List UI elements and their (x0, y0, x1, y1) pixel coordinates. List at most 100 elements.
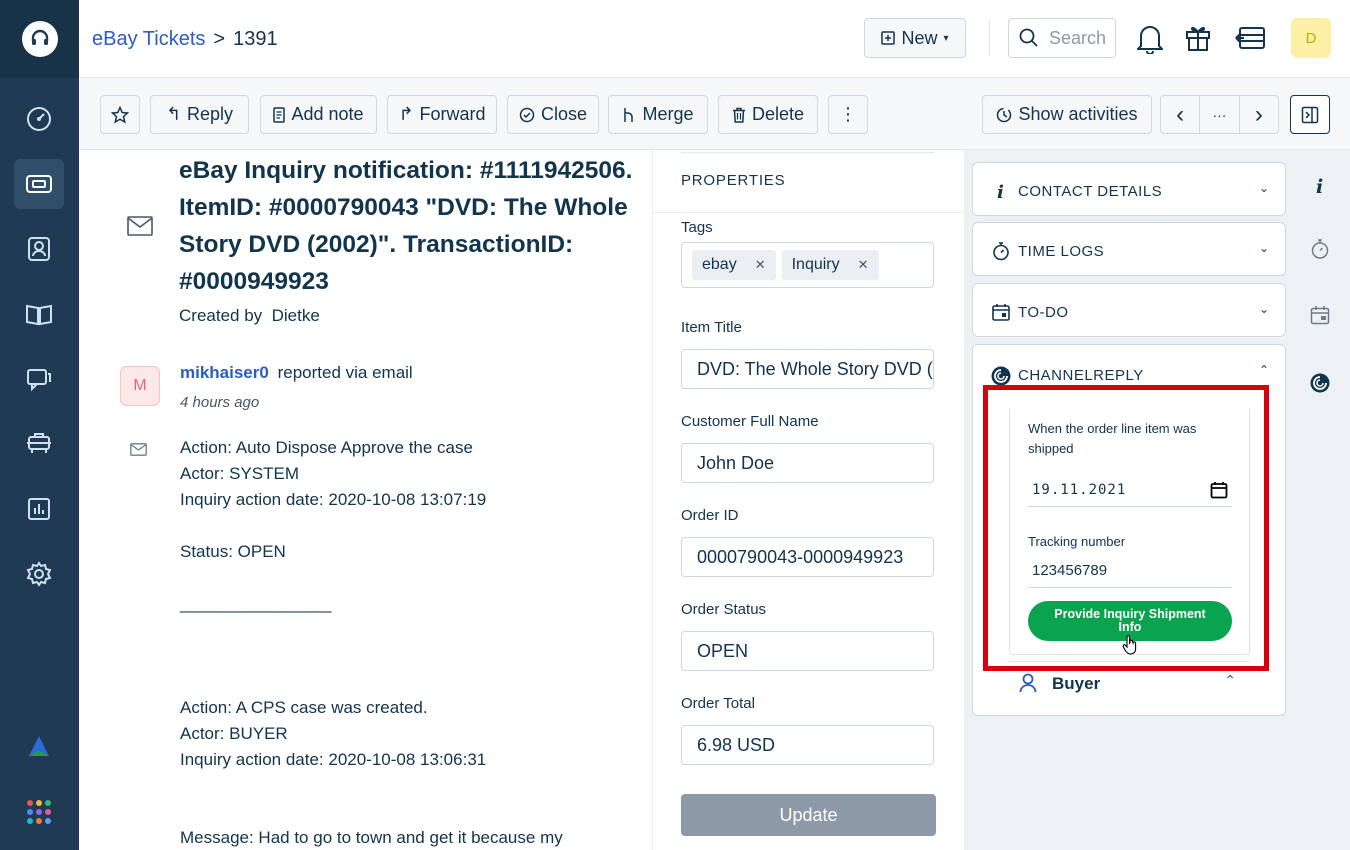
calendar-side-icon[interactable] (1309, 304, 1331, 326)
highlight-box (983, 385, 1269, 671)
properties-header-divider (653, 212, 964, 213)
workspace-switch-icon[interactable] (1234, 24, 1268, 52)
headset-icon (31, 29, 48, 45)
breadcrumb-current: 1391 (233, 28, 278, 50)
todo-section[interactable]: TO-DO ⌄ (972, 283, 1286, 337)
ticket-conversation: eBay Inquiry notification: #1111942506. … (79, 150, 652, 850)
new-label: New (901, 27, 938, 48)
next-ticket-button[interactable]: › (1240, 96, 1278, 133)
conversations-icon[interactable] (14, 354, 64, 404)
order-status-label: Order Status (681, 601, 767, 618)
time-logs-section[interactable]: TIME LOGS ⌄ (972, 222, 1286, 276)
right-sidebar: i CONTACT DETAILS ⌄ TIME LOGS ⌄ TO-DO ⌄ … (964, 150, 1350, 850)
knowledge-base-icon[interactable] (14, 289, 64, 339)
notification-bell-icon[interactable] (1137, 22, 1163, 54)
assets-icon[interactable] (14, 419, 64, 469)
channelreply-logo-icon (991, 366, 1011, 386)
message-line (180, 799, 640, 825)
more-options-button[interactable]: ⋮ (828, 95, 868, 134)
app-switcher-icon[interactable] (14, 787, 64, 837)
reply-button[interactable]: ↰ Reply (150, 95, 249, 134)
order-status-input[interactable]: OPEN (681, 631, 934, 671)
message-line (180, 773, 640, 799)
merge-button[interactable]: Merge (608, 95, 708, 134)
user-avatar[interactable]: D (1291, 18, 1331, 58)
add-note-label: Add note (291, 104, 364, 124)
item-title-input[interactable]: DVD: The Whole Story DVD (2002) (681, 349, 934, 389)
tag-remove-icon[interactable]: ✕ (755, 257, 766, 273)
customer-name-label: Customer Full Name (681, 413, 819, 430)
tags-field[interactable]: ebay ✕ Inquiry ✕ (681, 242, 934, 288)
new-button[interactable]: New ▾ (864, 18, 966, 58)
dashboard-icon[interactable] (14, 94, 64, 144)
tag-inquiry: Inquiry ✕ (781, 250, 879, 280)
requester-avatar: M (120, 366, 160, 406)
gift-icon[interactable] (1184, 22, 1212, 52)
message-line (180, 513, 640, 539)
search-input[interactable]: Search (1008, 18, 1116, 58)
item-title-label: Item Title (681, 319, 742, 336)
previous-ticket-button[interactable]: ‹ (1161, 96, 1201, 133)
channelreply-side-icon[interactable] (1309, 372, 1331, 394)
stopwatch-side-icon[interactable] (1309, 238, 1331, 260)
search-placeholder: Search (1049, 27, 1107, 48)
contact-details-section[interactable]: i CONTACT DETAILS ⌄ (972, 162, 1286, 216)
requester-via: reported via email (277, 363, 413, 382)
chevron-up-icon[interactable]: ⌃ (1259, 363, 1269, 377)
ellipsis-icon: ··· (1212, 106, 1227, 123)
message-line: Action: Auto Dispose Approve the case (180, 438, 473, 457)
tickets-icon[interactable] (14, 159, 64, 209)
info-side-icon[interactable]: i (1309, 175, 1331, 197)
order-total-input[interactable]: 6.98 USD (681, 725, 934, 765)
todo-title: TO-DO (1018, 304, 1069, 321)
chevron-left-icon: ‹ (1176, 100, 1185, 128)
close-button[interactable]: Close (507, 95, 599, 134)
stopwatch-icon (993, 242, 1009, 261)
toggle-sidebar-button[interactable] (1290, 95, 1330, 134)
tags-label: Tags (681, 219, 713, 236)
breadcrumb-parent-link[interactable]: eBay Tickets (92, 28, 205, 50)
customer-name-input[interactable]: John Doe (681, 443, 934, 483)
message-line: ________________ (180, 594, 332, 613)
calendar-icon (992, 304, 1010, 321)
forward-label: Forward (419, 104, 486, 124)
forward-icon: ↱ (398, 104, 414, 124)
properties-top-divider (681, 150, 934, 153)
message-line (180, 643, 640, 669)
settings-gear-icon[interactable] (14, 549, 64, 599)
message-time: 4 hours ago (180, 394, 260, 411)
delete-label: Delete (751, 104, 805, 124)
star-icon (111, 105, 129, 124)
show-activities-button[interactable]: Show activities (982, 95, 1152, 134)
update-button[interactable]: Update (681, 794, 936, 836)
reports-icon[interactable] (14, 484, 64, 534)
ticket-pager: ‹ ··· › (1160, 95, 1279, 134)
reply-icon: ↰ (165, 104, 182, 124)
order-id-input[interactable]: 0000790043-0000949923 (681, 537, 934, 577)
chevron-down-icon: ⌄ (1258, 181, 1269, 195)
merge-label: Merge (642, 104, 694, 124)
freshworks-neo-icon[interactable] (14, 722, 64, 772)
header-divider (989, 20, 990, 56)
tag-ebay-label: ebay (702, 256, 737, 273)
add-note-button[interactable]: Add note (260, 95, 377, 134)
trash-icon (732, 107, 745, 123)
contacts-icon[interactable] (14, 224, 64, 274)
star-button[interactable] (100, 95, 140, 134)
tag-remove-icon[interactable]: ✕ (858, 257, 869, 273)
forward-button[interactable]: ↱ Forward (387, 95, 497, 134)
plus-square-icon (881, 31, 896, 45)
delete-button[interactable]: Delete (718, 95, 818, 134)
message-line: Inquiry action date: 2020-10-08 13:06:31 (180, 750, 487, 769)
ticket-list-button[interactable]: ··· (1200, 96, 1240, 133)
svg-text:i: i (1316, 176, 1323, 197)
sidebar-panel-icon (1301, 106, 1319, 123)
email-icon (127, 216, 153, 236)
time-logs-title: TIME LOGS (1018, 243, 1105, 260)
properties-heading: PROPERTIES (681, 172, 786, 189)
chevron-down-icon: ▾ (943, 32, 949, 44)
message-line: Message: Had to go to town and get it be… (180, 828, 563, 847)
app-logo[interactable] (0, 0, 79, 78)
message-line: Inquiry action date: 2020-10-08 13:07:19 (180, 490, 487, 509)
requester-link[interactable]: mikhaiser0 (180, 363, 269, 382)
